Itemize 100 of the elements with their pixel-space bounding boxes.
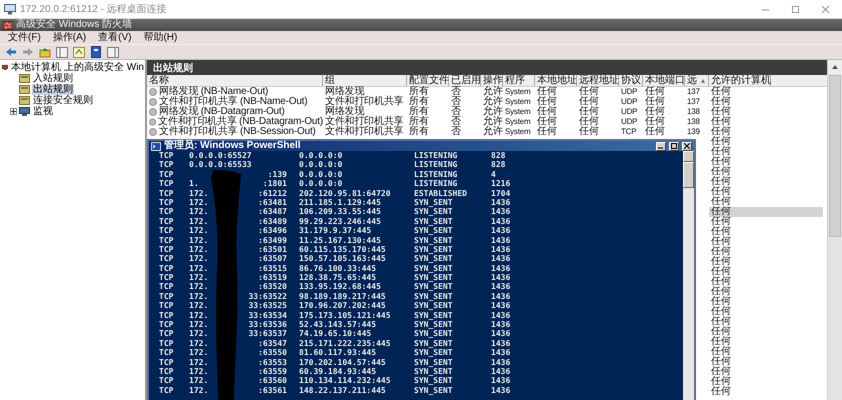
up-folder-button[interactable] (38, 46, 51, 58)
column-header[interactable]: 组 (325, 76, 335, 86)
console-text: :63520 (258, 282, 287, 292)
table-cell: 允许 (483, 107, 503, 117)
console-text: TCP (159, 366, 174, 376)
console-text: TCP (159, 348, 174, 358)
console-text: SYN_SENT (414, 366, 453, 376)
table-cell: 否 (451, 87, 461, 97)
console-text: TCP (159, 216, 174, 226)
tree-item[interactable]: 监视 (32, 106, 54, 117)
console-text: SYN_SENT (414, 310, 453, 320)
menu-item[interactable]: 查看(V) (98, 32, 132, 44)
column-header[interactable]: 配置文件 (409, 76, 449, 86)
properties-button[interactable] (72, 46, 85, 58)
table-cell-text: 任何 (710, 277, 732, 287)
console-text: 1436 (491, 366, 510, 376)
close-button[interactable] (682, 142, 692, 150)
table-cell: 所有 (409, 127, 429, 137)
console-text: :63507 (258, 254, 287, 264)
console-text: :63547 (258, 338, 287, 348)
scroll-up-icon[interactable] (832, 65, 838, 69)
powershell-title: 管理员: Windows PowerShell (164, 141, 301, 151)
console-text: :63550 (258, 348, 287, 358)
close-icon (684, 143, 690, 149)
table-cell: 任何 (645, 127, 665, 137)
console-text: 172. (189, 198, 208, 208)
table-cell: 任何 (645, 87, 665, 97)
tree-toggle-button[interactable] (55, 46, 68, 58)
expand-icon[interactable] (10, 108, 17, 115)
tree-item[interactable]: 出站规则 (32, 84, 74, 95)
table-cell-text: 任何 (710, 377, 732, 387)
table-cell: 任何 (537, 87, 557, 97)
console-text: 1436 (491, 254, 510, 264)
table-cell-text: 任何 (710, 137, 732, 147)
console-text: SYN_SENT (414, 282, 453, 292)
column-header[interactable]: 本地地址 (537, 76, 577, 86)
column-header[interactable]: 已启用 (451, 76, 481, 86)
minimize-button[interactable] (656, 142, 666, 150)
back-button[interactable] (4, 46, 17, 58)
table-cell: 任何 (711, 107, 731, 117)
console-text: 1436 (491, 386, 510, 396)
column-header[interactable]: 本地端口 (645, 76, 685, 86)
help-button[interactable] (89, 46, 102, 58)
console-text: SYN_SENT (414, 236, 453, 245)
console-text: TCP (159, 160, 174, 170)
console-text: :61212 (258, 188, 287, 198)
console-text: 211.185.1.129:445 (299, 198, 381, 208)
console-text: 33:63536 (248, 320, 287, 330)
tree-item[interactable]: 本地计算机 上的高级安全 Win (10, 62, 145, 73)
table-cell: UDP (621, 117, 638, 127)
table-cell-text: 任何 (710, 147, 732, 157)
column-header[interactable]: 协议 (621, 76, 641, 86)
console-text: 172. (189, 273, 208, 282)
console-text: 0.0.0.0:0 (299, 170, 342, 180)
console-text: 74.19.65.10:445 (299, 329, 372, 339)
maximize-button[interactable] (669, 142, 679, 150)
console-text: 128.38.75.65:445 (299, 273, 376, 282)
column-header[interactable]: 名称 (149, 76, 169, 86)
firewall-icon (3, 20, 13, 30)
console-text: :63481 (258, 198, 287, 208)
scrollbar[interactable] (827, 60, 842, 400)
table-cell: 网络发现 (325, 107, 364, 117)
table-cell-text: 任何 (710, 187, 732, 197)
panel-toggle-button[interactable] (106, 46, 119, 58)
column-header[interactable]: 操作 (483, 76, 503, 86)
table-cell-text: 任何 (710, 357, 732, 367)
table-cell: 任何 (711, 117, 731, 127)
column-header[interactable]: 程序 (505, 76, 525, 86)
table-cell: UDP (621, 87, 638, 97)
menu-item[interactable]: 操作(A) (52, 32, 86, 44)
console-text: TCP (159, 320, 174, 330)
menu-item[interactable]: 帮助(H) (143, 32, 178, 44)
column-header[interactable]: 远 (687, 76, 697, 86)
console-text: 98.189.189.217:445 (299, 292, 386, 302)
tree-item[interactable]: 入站规则 (32, 73, 74, 84)
table-cell: 138 (687, 107, 700, 117)
console-text: 172. (189, 226, 208, 236)
column-header[interactable]: 远程地址 (579, 76, 619, 86)
table-cell: 任何 (579, 107, 599, 117)
tree-item[interactable]: 连接安全规则 (32, 95, 94, 106)
console-text: LISTENING (414, 170, 458, 180)
forward-button[interactable] (21, 46, 34, 58)
console-text: TCP (159, 329, 174, 339)
table-cell: 任何 (579, 87, 599, 97)
console-text: 1704 (491, 188, 510, 198)
menu-item[interactable]: 文件(F) (8, 32, 41, 44)
console-text: TCP (159, 198, 174, 208)
table-cell: 137 (687, 87, 700, 97)
console-text: 33:63525 (248, 301, 287, 311)
table-cell-text: 任何 (710, 387, 732, 397)
console-text: 1436 (491, 348, 510, 358)
column-header[interactable]: 允许的计算机 (711, 76, 771, 86)
table-cell-text: 任何 (710, 267, 732, 277)
console-text: 172. (189, 254, 208, 264)
table-cell: 否 (451, 97, 461, 107)
console-text: :63496 (258, 226, 287, 236)
console-text: :63501 (258, 244, 287, 254)
scrollbar[interactable] (683, 151, 694, 400)
console-text: SYN_SENT (414, 292, 453, 302)
console-text: 0.0.0.0:65533 (189, 160, 252, 170)
